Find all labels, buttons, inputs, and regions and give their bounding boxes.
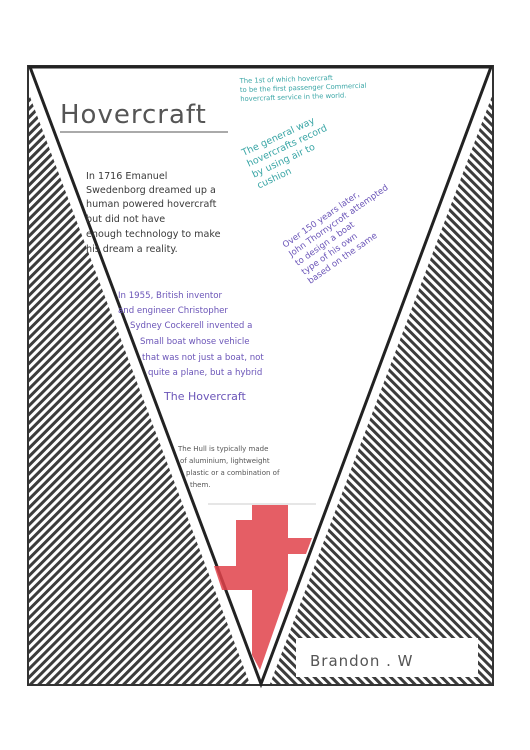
poster: Hovercraft In 1716 Emanuel Swedenborg dr…: [27, 65, 494, 689]
paragraph-1-line: but did not have: [86, 214, 165, 225]
paragraph-3-line: them.: [190, 481, 211, 489]
paragraph-2-line: Sydney Cockerell invented a: [130, 321, 252, 331]
page-title: Hovercraft: [60, 100, 207, 130]
paragraph-2-line: quite a plane, but a hybrid: [148, 368, 262, 378]
paragraph-1-line: his dream a reality.: [86, 244, 178, 255]
paragraph-2-line: The Hovercraft: [163, 390, 247, 403]
paragraph-1-line: In 1716 Emanuel: [86, 171, 167, 182]
paragraph-2-line: and engineer Christopher: [118, 306, 228, 316]
paragraph-3-line: The Hull is typically made: [177, 445, 268, 453]
paragraph-3-line: of aluminium, lightweight: [180, 457, 270, 465]
paragraph-1-line: human powered hovercraft: [86, 199, 217, 210]
paragraph-2-line: In 1955, British inventor: [118, 291, 223, 301]
paragraph-2-line: Small boat whose vehicle: [140, 337, 250, 347]
paragraph-1-line: enough technology to make: [86, 229, 221, 240]
author-name: Brandon . W: [310, 652, 414, 670]
paragraph-2-line: that was not just a boat, not: [142, 353, 264, 363]
paragraph-3-line: plastic or a combination of: [186, 469, 280, 477]
paragraph-1-line: Swedenborg dreamed up a: [86, 185, 216, 196]
